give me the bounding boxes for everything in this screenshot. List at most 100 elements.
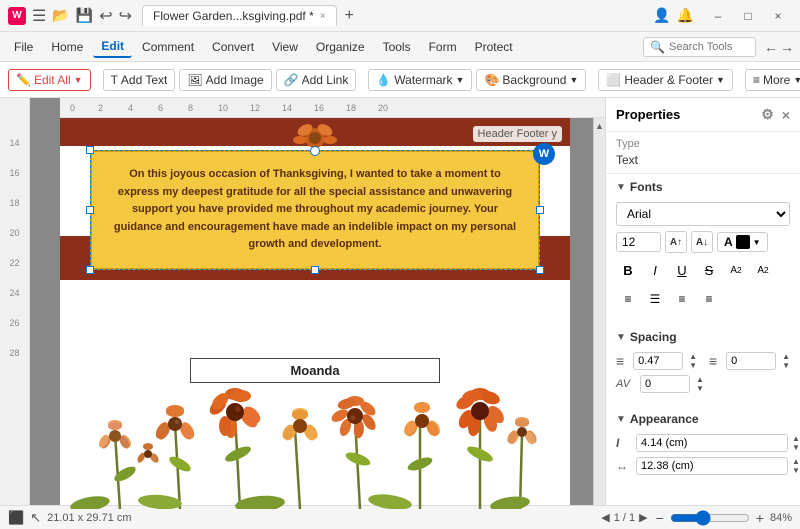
underline-button[interactable]: U [670, 258, 694, 282]
zoom-slider[interactable] [670, 510, 750, 526]
header-footer-button[interactable]: ⬜ Header & Footer ▼ [598, 69, 733, 91]
mid-right-handle[interactable] [536, 206, 544, 214]
char-spacing-input[interactable] [640, 375, 690, 393]
tab-close-icon[interactable]: × [320, 11, 326, 22]
zoom-out-button[interactable]: − [656, 510, 664, 526]
ruler-22: 22 [9, 258, 19, 278]
superscript-button[interactable]: A2 [724, 258, 748, 282]
ruler-18: 18 [9, 198, 19, 218]
maximize-button[interactable]: □ [734, 5, 762, 27]
vertical-scrollbar[interactable]: ▲ ▼ [593, 118, 605, 529]
header-footer-label: Header Footer y [473, 126, 562, 142]
bottom-center-handle[interactable] [311, 266, 319, 274]
align-left-button[interactable]: ≡ [616, 287, 640, 311]
bottom-right-handle[interactable] [536, 266, 544, 274]
menu-view[interactable]: View [264, 37, 306, 57]
watermark-button[interactable]: 💧 Watermark ▼ [368, 69, 472, 91]
height-down[interactable]: ▼ [792, 443, 800, 452]
notification-icon[interactable]: 🔔 [677, 7, 694, 24]
add-text-button[interactable]: T Add Text [103, 69, 176, 91]
para-spacing-down[interactable]: ▼ [782, 361, 790, 370]
menu-file[interactable]: File [6, 37, 41, 57]
user-icon[interactable]: 👤 [653, 7, 670, 24]
document-tab[interactable]: Flower Garden...ksgiving.pdf * × [142, 5, 337, 26]
font-select[interactable]: Arial [616, 202, 790, 226]
height-up[interactable]: ▲ [792, 434, 800, 443]
minimize-button[interactable]: – [704, 5, 732, 27]
height-input[interactable] [636, 434, 788, 452]
edit-all-button[interactable]: ✏️ Edit All ▼ [8, 69, 91, 91]
search-tools-input[interactable] [669, 41, 749, 53]
spacing-section-header[interactable]: ▼ Spacing [606, 324, 800, 348]
align-justify-button[interactable]: ≡ [697, 287, 721, 311]
redo-icon[interactable]: ↪ [119, 6, 132, 26]
line-spacing-input[interactable] [633, 352, 683, 370]
add-text-icon: T [111, 73, 118, 87]
width-input[interactable] [636, 457, 788, 475]
width-up[interactable]: ▲ [792, 457, 800, 466]
top-center-handle[interactable] [310, 146, 320, 156]
appearance-arrow-icon: ▼ [616, 414, 626, 425]
thanksgiving-text-box[interactable]: On this joyous occasion of Thanksgiving,… [90, 150, 540, 270]
appearance-section-header[interactable]: ▼ Appearance [606, 406, 800, 430]
spacing-label: Spacing [630, 330, 677, 344]
width-icon: ↔ [616, 459, 632, 473]
menu-form[interactable]: Form [421, 37, 465, 57]
header-footer-icon: ⬜ [606, 73, 621, 87]
link-icon: 🔗 [284, 73, 299, 87]
align-center-button[interactable]: ☰ [643, 287, 667, 311]
close-button[interactable]: × [764, 5, 792, 27]
prev-page-button[interactable]: ◀ [601, 511, 609, 524]
cloud-edit-icon[interactable]: W [533, 143, 555, 165]
menu-comment[interactable]: Comment [134, 37, 202, 57]
bottom-left-handle[interactable] [86, 266, 94, 274]
menu-tools[interactable]: Tools [375, 37, 419, 57]
line-spacing-down[interactable]: ▼ [689, 361, 697, 370]
more-button[interactable]: ≡ More ▼ [745, 69, 800, 91]
panel-close-icon[interactable]: × [782, 107, 790, 123]
char-spacing-down[interactable]: ▼ [696, 384, 704, 393]
background-button[interactable]: 🎨 Background ▼ [476, 69, 586, 91]
new-file-icon[interactable]: ☰ [32, 6, 46, 26]
font-color-button[interactable]: A ▼ [717, 232, 768, 252]
ruler-28: 28 [9, 348, 19, 368]
menu-organize[interactable]: Organize [308, 37, 373, 57]
add-link-button[interactable]: 🔗 Add Link [276, 69, 357, 91]
undo-icon[interactable]: ↩ [99, 6, 112, 26]
toolbar: ✏️ Edit All ▼ T Add Text 🖼 Add Image 🔗 A… [0, 62, 800, 98]
save-icon[interactable]: 💾 [76, 7, 93, 24]
font-size-up-icon[interactable]: A↑ [665, 231, 687, 253]
next-page-button[interactable]: ▶ [639, 511, 647, 524]
mid-left-handle[interactable] [86, 206, 94, 214]
italic-button[interactable]: I [643, 258, 667, 282]
zoom-in-button[interactable]: + [756, 510, 764, 526]
top-left-handle[interactable] [86, 146, 94, 154]
bold-button[interactable]: B [616, 258, 640, 282]
new-tab-button[interactable]: + [339, 5, 360, 27]
status-tool-2[interactable]: ↖ [30, 510, 41, 526]
menu-protect[interactable]: Protect [467, 37, 521, 57]
para-spacing-up[interactable]: ▲ [782, 352, 790, 361]
scroll-up-arrow[interactable]: ▲ [594, 118, 606, 134]
status-bar-right: − + 84% [656, 510, 792, 526]
forward-icon[interactable]: → [780, 39, 794, 55]
font-size-down-icon[interactable]: A↓ [691, 231, 713, 253]
para-spacing-input[interactable] [726, 352, 776, 370]
align-right-button[interactable]: ≡ [670, 287, 694, 311]
add-image-button[interactable]: 🖼 Add Image [179, 69, 271, 91]
menu-edit[interactable]: Edit [93, 36, 132, 58]
subscript-button[interactable]: A2 [751, 258, 775, 282]
line-spacing-up[interactable]: ▲ [689, 352, 697, 361]
back-icon[interactable]: ← [764, 39, 778, 55]
font-size-input[interactable] [616, 232, 661, 252]
menu-home[interactable]: Home [43, 37, 91, 57]
strikethrough-button[interactable]: S [697, 258, 721, 282]
width-down[interactable]: ▼ [792, 466, 800, 475]
open-icon[interactable]: 📂 [52, 7, 69, 24]
panel-settings-icon[interactable]: ⚙ [761, 106, 774, 123]
char-spacing-icon: AV [616, 378, 636, 390]
char-spacing-up[interactable]: ▲ [696, 375, 704, 384]
fonts-section-header[interactable]: ▼ Fonts [606, 174, 800, 198]
status-tool-1[interactable]: ⬛ [8, 510, 24, 526]
menu-convert[interactable]: Convert [204, 37, 262, 57]
